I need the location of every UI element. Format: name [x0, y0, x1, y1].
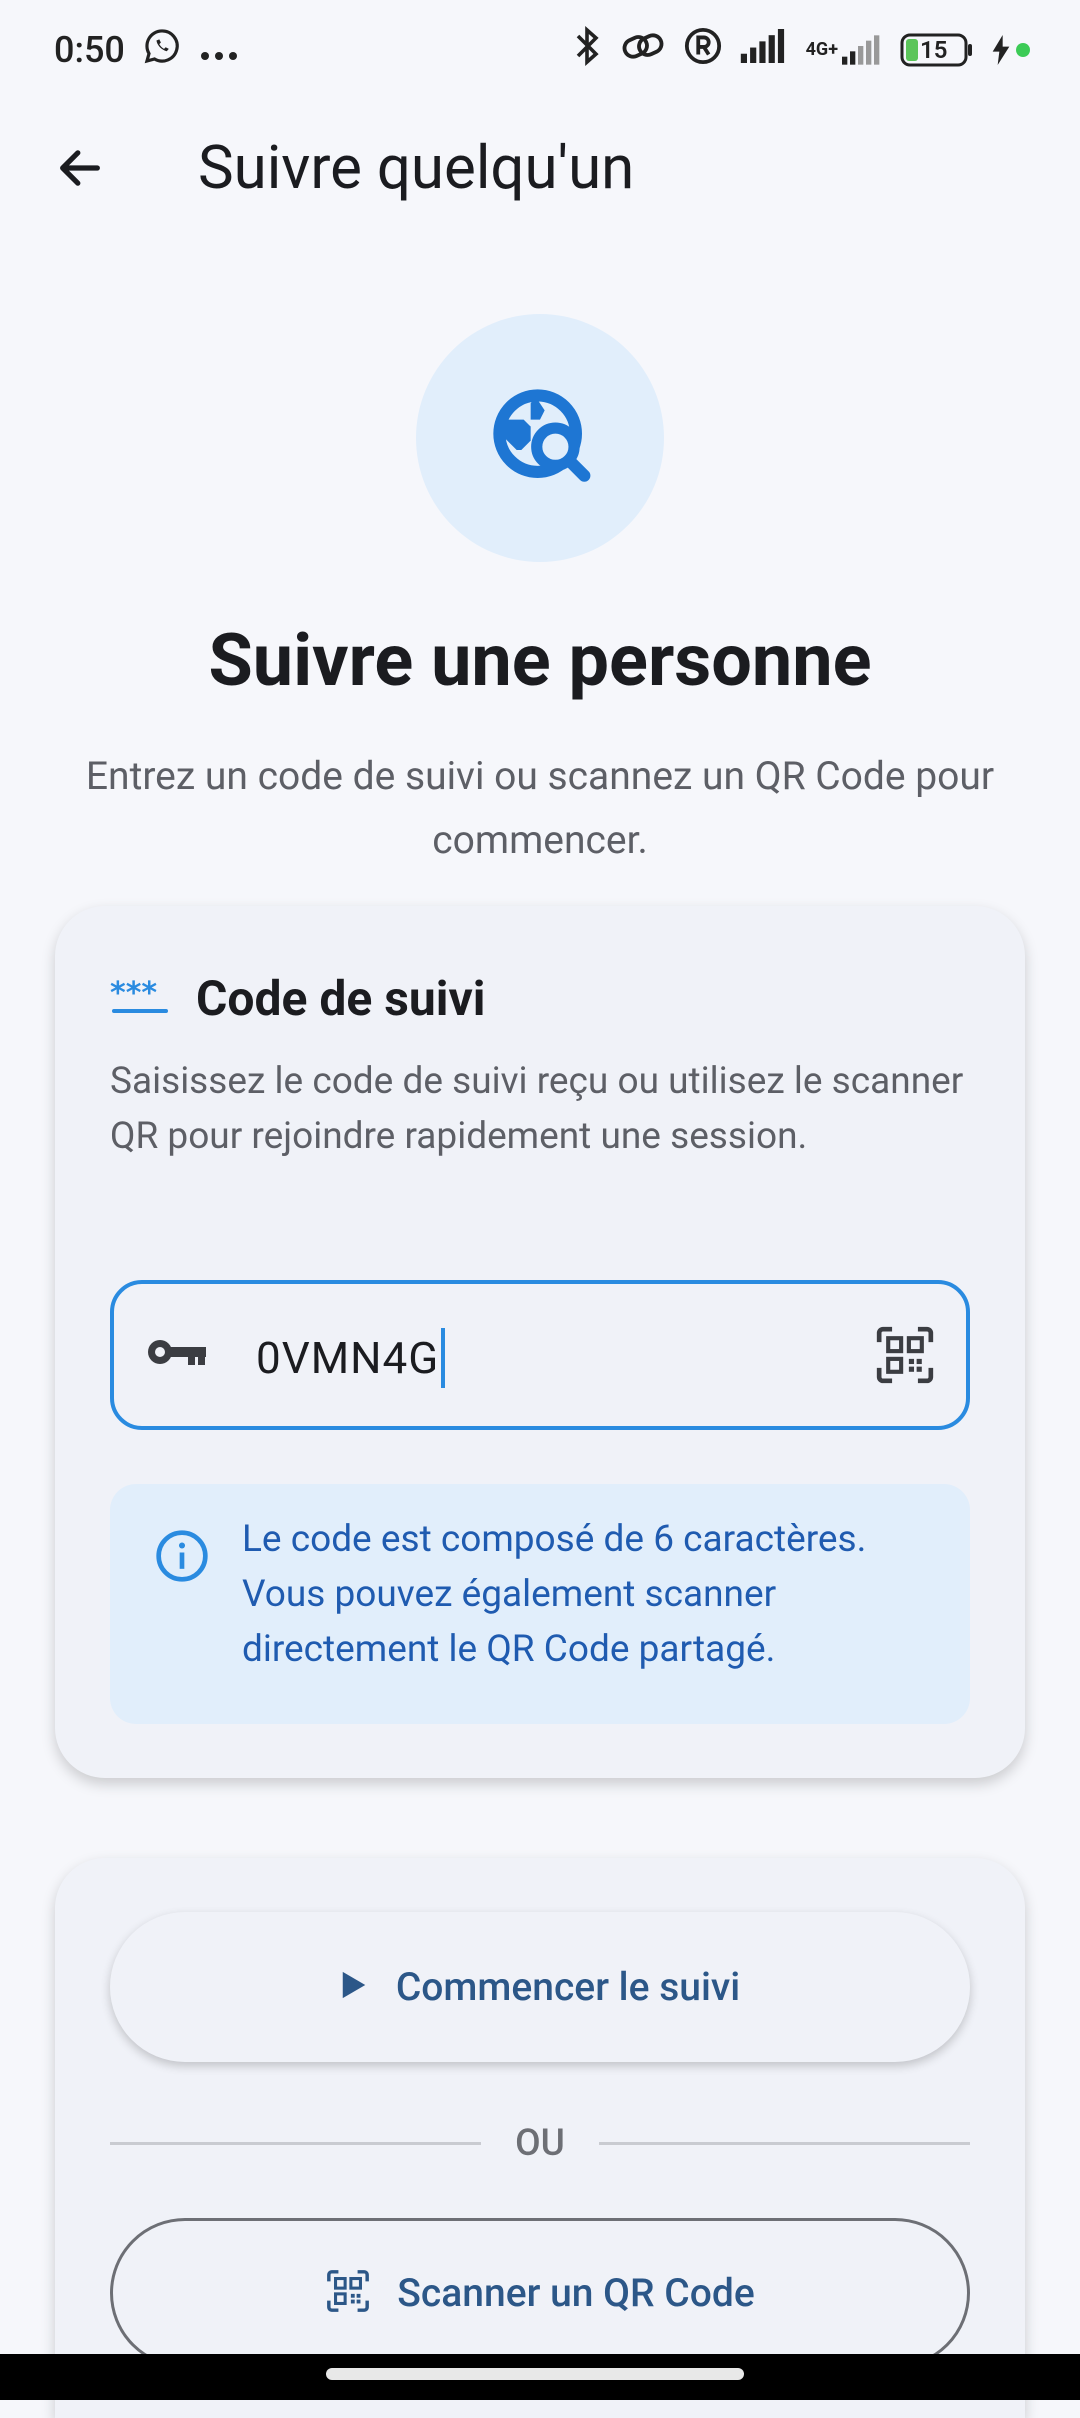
- code-header: *** Code de suivi: [110, 970, 486, 1027]
- tracking-code-value[interactable]: 0VMN4G: [256, 1328, 446, 1388]
- tracking-code-input[interactable]: 0VMN4G: [110, 1280, 970, 1430]
- scan-qr-button[interactable]: Scanner un QR Code: [110, 2218, 970, 2368]
- home-gesture-handle[interactable]: [326, 2368, 744, 2380]
- actions-card: Commencer le suivi OU Scanner un QR Code: [55, 1858, 1025, 2418]
- whatsapp-icon: [143, 27, 181, 74]
- code-title: Code de suivi: [196, 970, 486, 1027]
- info-text: Le code est composé de 6 caractères. Vou…: [242, 1518, 867, 1671]
- network-type: 4G+: [806, 33, 882, 67]
- hero-title: Suivre une personne: [208, 618, 872, 703]
- hero-icon-container: [416, 314, 664, 562]
- scan-qr-label: Scanner un QR Code: [397, 2270, 755, 2316]
- battery-icon: 15: [900, 32, 974, 68]
- info-box: Le code est composé de 6 caractères. Vou…: [110, 1484, 970, 1724]
- registered-icon: [684, 27, 722, 74]
- bluetooth-icon: [574, 25, 602, 75]
- battery-level: 15: [920, 36, 948, 64]
- back-button[interactable]: [40, 130, 120, 210]
- status-bar: 0:50 4G+ 15: [0, 0, 1080, 100]
- signal-icon: [740, 28, 788, 72]
- status-time: 0:50: [54, 29, 125, 71]
- charging-icon: [992, 35, 1030, 65]
- text-caret: [441, 1328, 446, 1388]
- system-nav-bar: [0, 2354, 1080, 2400]
- more-icon: [199, 29, 239, 71]
- tracking-code-text: 0VMN4G: [256, 1332, 440, 1384]
- qr-scanner-icon: [325, 2268, 371, 2318]
- link-icon: [620, 26, 666, 75]
- start-tracking-label: Commencer le suivi: [395, 1964, 741, 2010]
- info-icon: [154, 1528, 210, 1588]
- play-icon: [340, 1970, 368, 2004]
- network-label: 4G+: [805, 39, 838, 60]
- start-tracking-button[interactable]: Commencer le suivi: [110, 1912, 970, 2062]
- tracking-code-card: *** Code de suivi Saisissez le code de s…: [55, 906, 1025, 1778]
- code-description: Saisissez le code de suivi reçu ou utili…: [110, 1060, 964, 1158]
- qr-scanner-icon[interactable]: [874, 1324, 936, 1390]
- travel-explore-icon: [484, 380, 596, 496]
- key-icon: [146, 1332, 208, 1376]
- or-divider: OU: [110, 2118, 971, 2168]
- divider-line-right: [598, 2141, 971, 2145]
- page-title: Suivre quelqu'un: [198, 132, 635, 203]
- or-label: OU: [515, 2121, 565, 2165]
- app-bar: Suivre quelqu'un: [0, 100, 1080, 240]
- svg-text:***: ***: [110, 977, 157, 1011]
- status-left: 0:50: [54, 27, 239, 74]
- arrow-back-icon: [54, 142, 106, 198]
- password-icon: ***: [110, 976, 170, 1021]
- divider-line-left: [110, 2141, 482, 2145]
- status-right: 4G+ 15: [574, 25, 1030, 75]
- hero-subtitle: Entrez un code de suivi ou scannez un QR…: [85, 753, 995, 863]
